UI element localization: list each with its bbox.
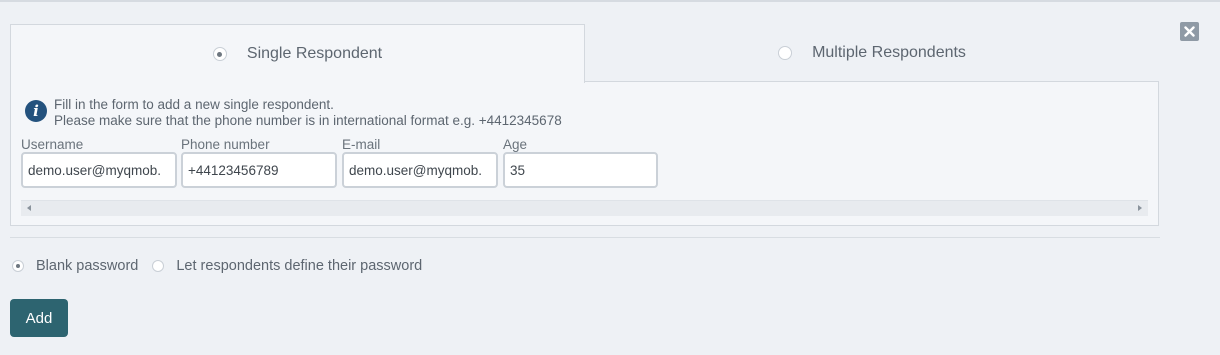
define-password-radio[interactable] xyxy=(152,260,165,272)
age-label: Age xyxy=(503,137,528,152)
add-button[interactable]: Add xyxy=(10,299,68,337)
info-line-1: Fill in the form to add a new single res… xyxy=(54,97,334,112)
blank-password-label: Blank password xyxy=(36,258,139,274)
define-password-label: Let respondents define their password xyxy=(176,258,423,274)
tab-single-respondent[interactable]: Single Respondent xyxy=(10,24,585,83)
scroll-right-icon[interactable] xyxy=(1138,205,1142,211)
phone-label: Phone number xyxy=(181,137,270,152)
tab-multiple-respondents[interactable]: Multiple Respondents xyxy=(584,24,1160,81)
info-icon: i xyxy=(25,100,47,122)
respondent-tabs: Single Respondent Multiple Respondents xyxy=(10,24,1160,83)
username-field[interactable]: demo.user@myqmob. xyxy=(21,152,177,188)
single-respondent-radio[interactable] xyxy=(212,47,227,61)
horizontal-scrollbar[interactable] xyxy=(21,200,1148,216)
top-border xyxy=(0,0,1220,2)
email-field[interactable]: demo.user@myqmob. xyxy=(342,152,498,188)
single-respondent-panel: i Fill in the form to add a new single r… xyxy=(10,81,1159,226)
multiple-respondents-radio[interactable] xyxy=(778,45,793,60)
define-password-option[interactable]: Let respondents define their password xyxy=(152,258,422,274)
blank-password-option[interactable]: Blank password xyxy=(12,258,138,274)
tab-label: Multiple Respondents xyxy=(812,43,966,61)
blank-password-radio[interactable] xyxy=(12,260,24,272)
info-text: Fill in the form to add a new single res… xyxy=(54,97,754,129)
tab-label: Single Respondent xyxy=(246,45,383,62)
info-line-2: Please make sure that the phone number i… xyxy=(54,113,562,128)
scroll-left-icon[interactable] xyxy=(27,205,31,211)
close-icon[interactable] xyxy=(1180,22,1199,41)
password-options: Blank password Let respondents define th… xyxy=(12,258,436,274)
username-label: Username xyxy=(21,137,84,152)
age-field[interactable]: 35 xyxy=(503,152,658,188)
email-label: E-mail xyxy=(342,137,381,152)
divider xyxy=(10,237,1160,238)
close-glyph xyxy=(1184,26,1195,37)
phone-field[interactable]: +44123456789 xyxy=(181,152,337,188)
